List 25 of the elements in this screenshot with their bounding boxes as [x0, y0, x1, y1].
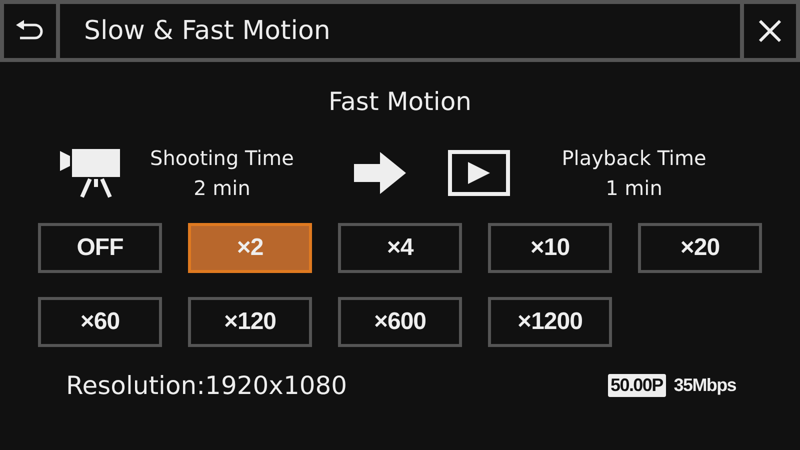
mode-title: Fast Motion	[328, 87, 472, 118]
speed-button[interactable]: ×20	[638, 223, 762, 273]
speed-button[interactable]: ×120	[188, 297, 312, 347]
shooting-time-label: Shooting Time	[149, 145, 295, 172]
playback-time-value: 1 min	[604, 175, 664, 202]
play-icon	[448, 150, 510, 196]
back-button[interactable]	[4, 4, 56, 58]
resolution-text: Resolution:1920x1080	[66, 371, 348, 400]
speed-button[interactable]: ×4	[338, 223, 462, 273]
shooting-time-value: 2 min	[192, 175, 252, 202]
speed-button[interactable]: OFF	[38, 223, 162, 273]
speed-button[interactable]: ×600	[338, 297, 462, 347]
playback-time-label: Playback Time	[560, 145, 708, 172]
close-button[interactable]	[744, 4, 796, 58]
window-title: Slow & Fast Motion	[84, 16, 330, 46]
speed-button[interactable]: ×1200	[488, 297, 612, 347]
video-camera-icon	[60, 147, 122, 199]
bitrate-text: 35Mbps	[674, 375, 736, 396]
speed-button[interactable]: ×10	[488, 223, 612, 273]
back-icon	[15, 20, 45, 42]
frame-rate-badge: 50.00P	[608, 374, 666, 397]
speed-button[interactable]: ×60	[38, 297, 162, 347]
arrow-icon	[354, 152, 406, 194]
close-icon	[758, 19, 782, 43]
speed-button[interactable]: ×2	[188, 223, 312, 273]
